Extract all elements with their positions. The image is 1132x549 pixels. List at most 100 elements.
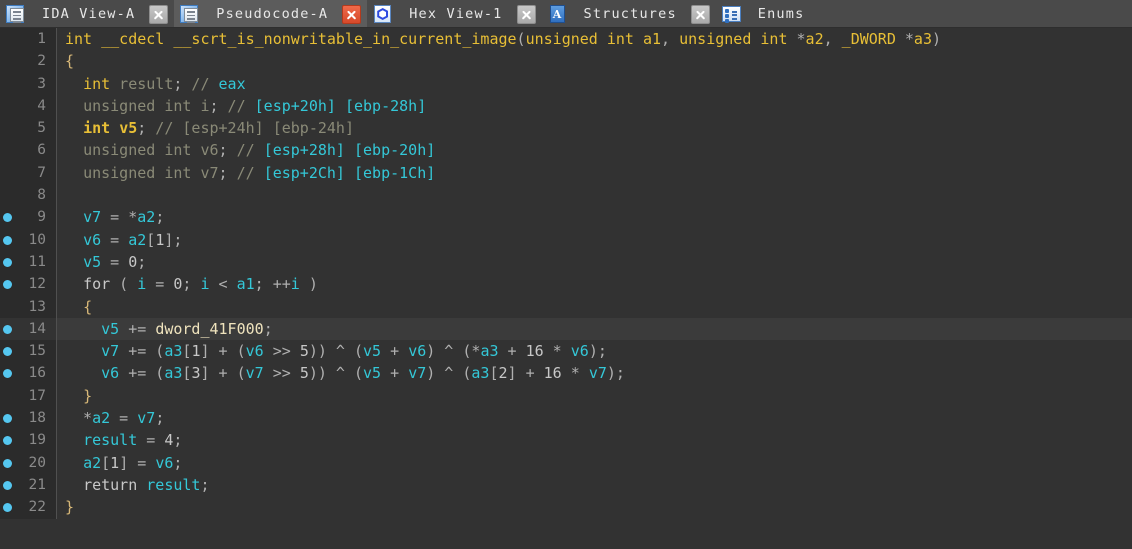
code-line[interactable]: 17 } [0,384,1132,408]
view-tab-bar[interactable]: IDA View-A Pseudocode-A Hex View-1 A Structu… [0,0,1132,28]
code-line[interactable]: 4 unsigned int i; // [esp+20h] [ebp-28h] [0,94,1132,118]
code-text: } [83,386,93,405]
breakpoint-gutter[interactable] [0,28,24,51]
code-text: { [65,52,75,71]
code-line[interactable]: 14 v5 += dword_41F000; [0,317,1132,341]
code-line[interactable]: 10 v6 = a2[1]; [0,228,1132,251]
line-number: 6 [24,139,50,162]
breakpoint-gutter[interactable] [0,94,24,118]
breakpoint-gutter[interactable] [0,117,24,140]
code-line[interactable]: 6 unsigned int v6; // [esp+28h] [ebp-20h… [0,139,1132,162]
breakpoint-icon[interactable] [0,228,24,251]
structures-a-icon: A [546,3,568,25]
gutter-divider [50,94,57,118]
close-icon[interactable] [690,4,710,24]
gutter-divider [50,72,57,95]
code-line[interactable]: 2{ [0,50,1132,73]
code-text: v5 = 0; [83,252,147,271]
code-line[interactable]: 3 int result; // eax [0,72,1132,95]
code-line[interactable]: 13 { [0,295,1132,318]
gutter-divider [50,228,57,251]
breakpoint-icon[interactable] [0,362,24,385]
breakpoint-gutter[interactable] [0,72,24,95]
breakpoint-icon[interactable] [0,273,24,296]
line-number: 2 [24,50,50,73]
gutter-divider [50,429,57,452]
tab-label: Pseudocode-A [216,6,329,22]
code-text: int result; // eax [83,74,246,93]
code-line[interactable]: 20 a2[1] = v6; [0,451,1132,474]
code-line[interactable]: 12 for ( i = 0; i < a1; ++i ) [0,273,1132,296]
code-text: } [65,498,75,517]
code-text: v7 = *a2; [83,208,165,227]
line-number: 5 [24,117,50,140]
code-line[interactable]: 11 v5 = 0; [0,250,1132,274]
breakpoint-gutter[interactable] [0,184,24,207]
code-line[interactable]: 18 *a2 = v7; [0,407,1132,430]
breakpoint-icon[interactable] [0,496,24,519]
gutter-divider [50,206,57,229]
code-text: return result; [83,475,210,494]
breakpoint-icon[interactable] [0,250,24,274]
line-number: 13 [24,295,50,318]
gutter-divider [50,250,57,274]
tab-structures[interactable]: A Structures [541,0,716,27]
code-line[interactable]: 21 return result; [0,473,1132,497]
code-text: int v5; // [esp+24h] [ebp-24h] [83,119,354,138]
tab-enums[interactable]: Enums [715,0,821,27]
line-number: 7 [24,161,50,185]
breakpoint-icon[interactable] [0,407,24,430]
breakpoint-gutter[interactable] [0,295,24,318]
line-number: 1 [24,28,50,51]
breakpoint-gutter[interactable] [0,50,24,73]
code-line[interactable]: 16 v6 += (a3[3] + (v7 >> 5)) ^ (v5 + v7)… [0,362,1132,385]
breakpoint-icon[interactable] [0,206,24,229]
code-text: a2[1] = v6; [83,453,183,472]
gutter-divider [50,184,57,207]
code-line[interactable]: 15 v7 += (a3[1] + (v6 >> 5)) ^ (v5 + v6)… [0,340,1132,363]
enums-list-icon [720,3,742,25]
line-number: 9 [24,206,50,229]
code-line[interactable]: 5 int v5; // [esp+24h] [ebp-24h] [0,117,1132,140]
breakpoint-icon[interactable] [0,429,24,452]
code-line[interactable]: 1 int __cdecl __scrt_is_nonwritable_in_cu… [0,28,1132,51]
close-icon[interactable] [342,4,362,24]
line-number: 20 [24,451,50,474]
gutter-divider [50,161,57,185]
line-number: 4 [24,94,50,118]
code-line[interactable]: 9 v7 = *a2; [0,206,1132,229]
line-number: 21 [24,473,50,497]
breakpoint-gutter[interactable] [0,384,24,408]
line-number: 12 [24,273,50,296]
code-line[interactable]: 19 result = 4; [0,429,1132,452]
breakpoint-gutter[interactable] [0,139,24,162]
hexagon-icon [371,3,393,25]
gutter-divider [50,295,57,318]
code-line[interactable]: 7 unsigned int v7; // [esp+2Ch] [ebp-1Ch… [0,161,1132,185]
pseudocode-editor[interactable]: 1 int __cdecl __scrt_is_nonwritable_in_cu… [0,28,1132,549]
code-text: result = 4; [83,431,183,450]
tab-ida-view-a[interactable]: IDA View-A [0,0,175,27]
gutter-divider [50,273,57,296]
gutter-divider [50,317,57,341]
code-text: unsigned int v7; // [esp+2Ch] [ebp-1Ch] [83,163,436,182]
gutter-divider [50,362,57,385]
gutter-divider [50,473,57,497]
close-icon[interactable] [149,4,169,24]
code-line[interactable]: 22} [0,496,1132,519]
code-text: v6 += (a3[3] + (v7 >> 5)) ^ (v5 + v7) ^ … [101,364,625,383]
tab-hex-view-1[interactable]: Hex View-1 [367,0,542,27]
tab-label: Hex View-1 [409,6,503,22]
tab-pseudocode-a[interactable]: Pseudocode-A [174,0,368,27]
gutter-divider [50,340,57,363]
line-number: 8 [24,184,50,207]
code-text: v5 += dword_41F000; [101,319,273,338]
breakpoint-icon[interactable] [0,451,24,474]
gutter-divider [50,451,57,474]
breakpoint-icon[interactable] [0,317,24,341]
breakpoint-icon[interactable] [0,340,24,363]
breakpoint-icon[interactable] [0,473,24,497]
close-icon[interactable] [516,4,536,24]
code-line[interactable]: 8 [0,184,1132,207]
breakpoint-gutter[interactable] [0,161,24,185]
